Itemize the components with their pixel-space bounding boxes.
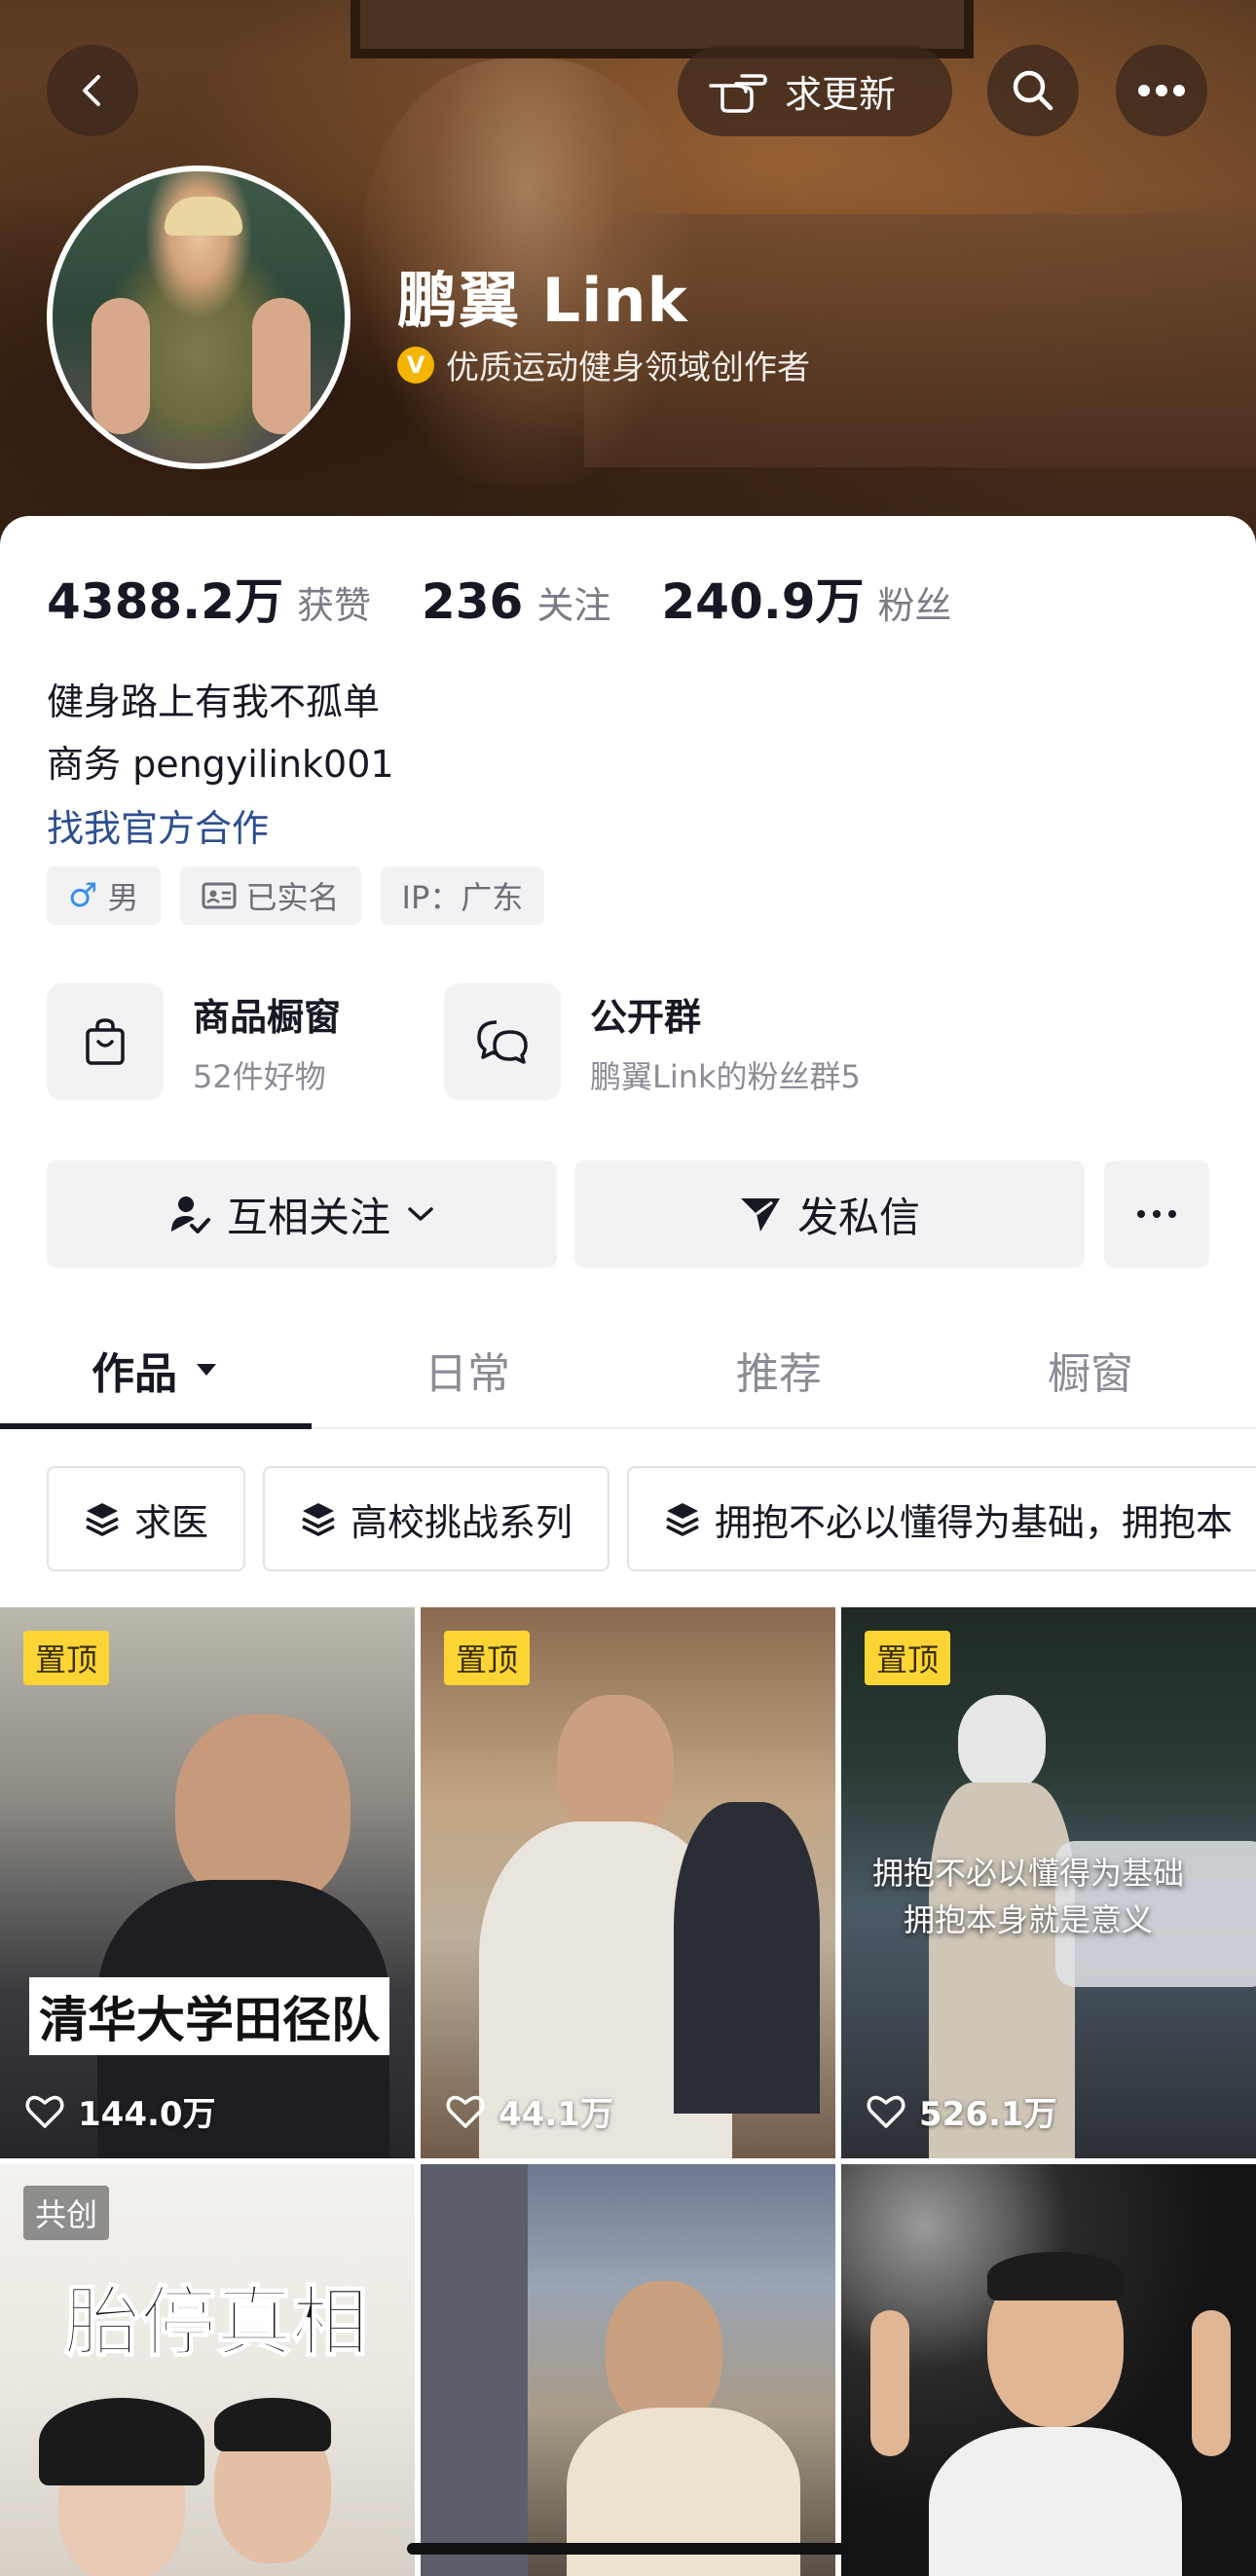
video-tile[interactable]: 置顶 44.1万	[421, 1607, 835, 2158]
collection-chip-label: 求医	[134, 1500, 209, 1544]
ip-label: IP：广东	[401, 879, 524, 916]
video-tile[interactable]: 共创 胎停真相	[0, 2164, 415, 2576]
tab-recommend-label: 推荐	[736, 1349, 822, 1399]
more-dots-icon	[1138, 85, 1185, 96]
pinned-badge: 置顶	[865, 1631, 951, 1685]
request-update-button[interactable]: 求更新	[678, 45, 952, 136]
shop-window-subtitle: 52件好物	[193, 1057, 326, 1095]
stat-followers-value: 240.9万	[661, 573, 865, 630]
pinned-badge: 置顶	[444, 1631, 531, 1685]
back-arrow-icon	[83, 75, 100, 106]
tab-works-label: 作品	[92, 1349, 177, 1399]
home-indicator[interactable]	[407, 2543, 849, 2555]
search-icon	[1013, 70, 1053, 111]
public-group-entry[interactable]: 公开群 鹏翼Link的粉丝群5	[444, 983, 861, 1100]
collection-chip-label: 拥抱不必以懂得为基础，拥抱本	[715, 1500, 1234, 1544]
more-options-button[interactable]	[1116, 45, 1207, 136]
content-tabs: 作品 日常 推荐 橱窗	[0, 1312, 1256, 1429]
stats-row: 4388.2万 获赞 236 关注 240.9万 粉丝	[47, 563, 1003, 633]
layers-icon	[86, 1503, 119, 1536]
heart-icon	[446, 2095, 485, 2128]
heart-icon	[25, 2095, 64, 2128]
more-dots-icon	[1137, 1210, 1176, 1218]
public-group-title: 公开群	[590, 995, 702, 1039]
video-likes: 526.1万	[867, 2087, 1057, 2135]
male-icon: ♂	[68, 876, 98, 915]
stat-likes: 4388.2万 获赞	[47, 563, 371, 633]
video-overlay-title: 清华大学田径队	[29, 1977, 389, 2055]
nickname: 鹏翼 Link	[397, 265, 688, 336]
shopping-bag-icon	[47, 983, 164, 1100]
stat-following-value: 236	[421, 573, 524, 630]
video-likes: 144.0万	[25, 2087, 216, 2135]
co-create-badge: 共创	[23, 2186, 110, 2240]
gender-label: 男	[107, 879, 139, 916]
video-tile[interactable]	[841, 2164, 1256, 2576]
official-cooperation-link[interactable]: 找我官方合作	[47, 798, 269, 852]
video-overlay-line: 拥抱本身就是意义	[904, 1901, 1154, 1938]
video-overlay-line: 拥抱不必以懂得为基础	[872, 1855, 1185, 1892]
mutual-follow-label: 互相关注	[226, 1193, 390, 1241]
collection-chips: 求医 高校挑战系列 拥抱不必以懂得为基础，拥抱本	[47, 1466, 1256, 1571]
tab-works[interactable]: 作品	[0, 1312, 312, 1427]
layers-icon	[302, 1503, 335, 1536]
video-tile[interactable]: 置顶 清华大学田径队 144.0万	[0, 1607, 415, 2158]
verification-text: 优质运动健身领域创作者	[446, 349, 810, 387]
tab-showcase[interactable]: 橱窗	[935, 1312, 1246, 1427]
back-button[interactable]	[47, 45, 138, 136]
collection-chip[interactable]: 高校挑战系列	[263, 1466, 610, 1571]
bio-line-2: 商务 pengyilink001	[47, 743, 394, 786]
collection-chip-label: 高校挑战系列	[351, 1500, 573, 1544]
verified-badge-icon: V	[397, 346, 434, 384]
chat-bubbles-icon	[444, 983, 561, 1100]
active-tab-indicator	[0, 1423, 312, 1429]
bio-line-1: 健身路上有我不孤单	[47, 681, 381, 723]
realname-label: 已实名	[245, 879, 340, 916]
video-likes-count: 44.1万	[499, 2095, 613, 2134]
stat-following-label: 关注	[536, 584, 611, 627]
send-message-button[interactable]: 发私信	[574, 1160, 1085, 1268]
video-tile[interactable]: 置顶 拥抱不必以懂得为基础 拥抱本身就是意义 526.1万	[841, 1607, 1256, 2158]
profile-tags: ♂ 男 已实名 IP：广东	[47, 866, 545, 925]
heart-icon	[867, 2095, 905, 2128]
collection-chip[interactable]: 拥抱不必以懂得为基础，拥抱本	[627, 1466, 1256, 1571]
chevron-down-icon	[408, 1207, 433, 1221]
stat-followers-label: 粉丝	[877, 584, 952, 627]
tab-recommend[interactable]: 推荐	[623, 1312, 935, 1427]
collection-chip[interactable]: 求医	[47, 1466, 246, 1571]
caret-down-icon	[197, 1364, 216, 1376]
search-button[interactable]	[987, 45, 1079, 136]
video-likes-count: 144.0万	[78, 2095, 216, 2134]
video-likes: 44.1万	[446, 2087, 613, 2135]
request-update-label: 求更新	[785, 72, 897, 116]
video-likes-count: 526.1万	[919, 2095, 1057, 2134]
stat-followers[interactable]: 240.9万 粉丝	[661, 563, 951, 633]
layers-icon	[666, 1503, 699, 1536]
ip-tag: IP：广东	[380, 866, 545, 925]
id-card-icon	[202, 882, 236, 909]
tab-daily[interactable]: 日常	[312, 1312, 623, 1427]
more-actions-button[interactable]	[1104, 1160, 1209, 1268]
video-tile[interactable]	[421, 2164, 835, 2576]
tab-showcase-label: 橱窗	[1048, 1349, 1133, 1399]
shop-window-entry[interactable]: 商品橱窗 52件好物	[47, 983, 341, 1100]
stat-likes-label: 获赞	[296, 584, 371, 627]
video-overlay-title: 胎停真相	[63, 2278, 369, 2368]
paper-plane-icon	[740, 1198, 780, 1232]
user-check-icon	[170, 1196, 210, 1233]
avatar[interactable]	[47, 166, 351, 469]
send-message-label: 发私信	[796, 1193, 920, 1241]
stat-likes-value: 4388.2万	[47, 573, 283, 630]
mutual-follow-button[interactable]: 互相关注	[47, 1160, 557, 1268]
realname-tag: 已实名	[179, 866, 361, 925]
public-group-subtitle: 鹏翼Link的粉丝群5	[590, 1057, 861, 1095]
pointing-hand-icon	[709, 74, 767, 113]
shop-window-title: 商品橱窗	[193, 995, 342, 1039]
verification-row[interactable]: V 优质运动健身领域创作者	[397, 341, 810, 388]
pinned-badge: 置顶	[23, 1631, 110, 1685]
gender-tag: ♂ 男	[47, 866, 161, 925]
stat-following[interactable]: 236 关注	[422, 573, 610, 630]
tab-daily-label: 日常	[425, 1349, 510, 1399]
